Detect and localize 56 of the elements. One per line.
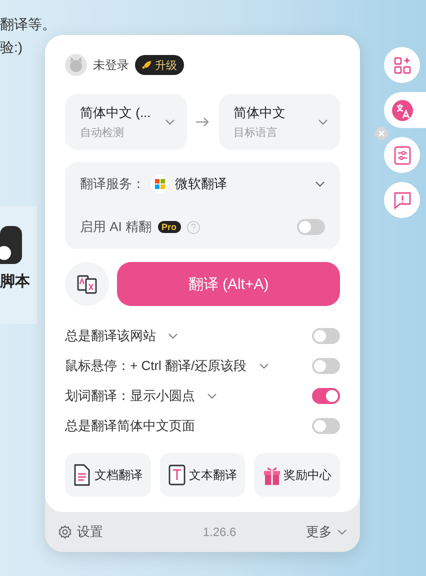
- apps-icon: [392, 54, 412, 76]
- language-name: 简体中文: [234, 104, 286, 122]
- card-title: 脚本: [0, 272, 30, 291]
- page-text: 验:): [0, 38, 23, 57]
- text-icon: [168, 464, 186, 486]
- settings-button[interactable]: 设置: [58, 523, 103, 541]
- translate-icon: [76, 273, 98, 295]
- close-icon: [375, 127, 388, 140]
- side-button[interactable]: [384, 47, 420, 83]
- chevron-down-icon: [164, 119, 174, 125]
- login-status[interactable]: 未登录: [93, 56, 129, 74]
- service-select[interactable]: 翻译服务： 微软翻译: [80, 174, 325, 193]
- side-button[interactable]: [384, 182, 420, 218]
- side-button[interactable]: [384, 92, 426, 128]
- language-name: 简体中文 (...: [80, 104, 152, 122]
- upgrade-button[interactable]: 升级: [135, 55, 184, 75]
- translate-icon: [392, 100, 412, 120]
- toggle-switch[interactable]: [297, 219, 325, 236]
- language-hint: 目标语言: [234, 126, 278, 140]
- rocket-icon: [142, 60, 152, 70]
- service-name: 微软翻译: [175, 174, 227, 193]
- chevron-down-icon: [315, 180, 325, 187]
- option-label: 总是翻译简体中文页面: [65, 417, 195, 435]
- app-icon: [0, 226, 22, 264]
- settings-icon: [58, 525, 72, 539]
- avatar-icon: [65, 54, 87, 76]
- page-translate-button[interactable]: [65, 262, 109, 306]
- tool-button[interactable]: 奖励中心: [254, 453, 340, 497]
- option-label: 鼠标悬停：+ Ctrl 翻译/还原该段: [65, 357, 247, 375]
- arrow-right-icon: [196, 117, 210, 127]
- language-select[interactable]: 简体中文 目标语言: [218, 94, 340, 150]
- toggle-switch[interactable]: [312, 388, 340, 404]
- language-select[interactable]: 简体中文 (... 自动检测: [65, 94, 186, 150]
- help-icon: [186, 220, 200, 234]
- side-button[interactable]: [384, 137, 420, 173]
- version-number: 1.26.6: [202, 525, 236, 539]
- chevron-down-icon: [318, 119, 328, 125]
- ai-refine-label: 启用 AI 精翻: [80, 218, 152, 236]
- toggle-switch[interactable]: [312, 418, 340, 434]
- option-label: 总是翻译该网站: [65, 327, 156, 345]
- tool-button[interactable]: 文本翻译: [160, 453, 246, 497]
- chevron-down-icon: [337, 529, 347, 535]
- service-label: 翻译服务：: [80, 174, 145, 193]
- sliders-icon: [392, 144, 412, 166]
- option-label: 划词翻译：显示小圆点: [65, 387, 195, 405]
- translate-button[interactable]: 翻译 (Alt+A): [117, 262, 340, 306]
- toggle-switch[interactable]: [312, 358, 340, 374]
- language-hint: 自动检测: [80, 126, 125, 140]
- page-text: 翻译等。: [0, 15, 56, 34]
- toggle-switch[interactable]: [312, 328, 340, 344]
- more-button[interactable]: 更多: [306, 523, 347, 541]
- feedback-icon: [392, 190, 412, 210]
- document-icon: [73, 464, 92, 486]
- windows-logo-icon: [151, 174, 169, 193]
- tool-button[interactable]: 文档翻译: [65, 453, 151, 497]
- pro-badge: Pro: [158, 221, 181, 234]
